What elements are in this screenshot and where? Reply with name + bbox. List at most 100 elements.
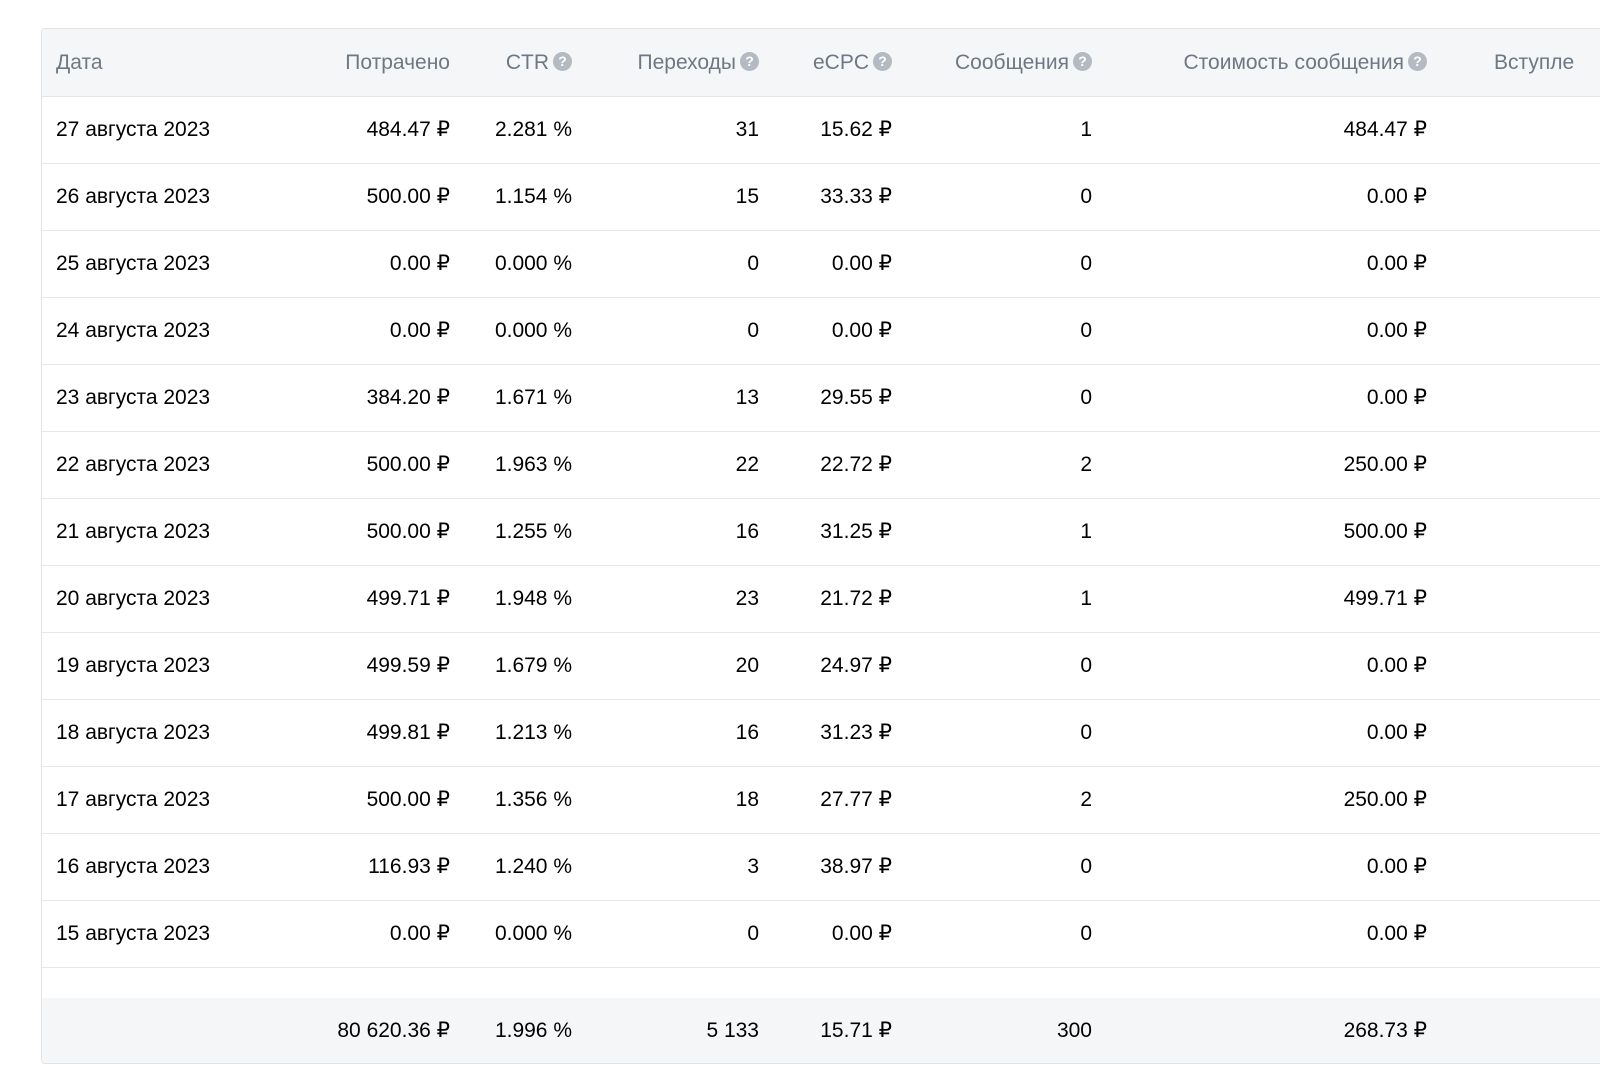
table-row[interactable]: 20 августа 2023 499.71 ₽ 1.948 % 23 21.72 ₽ 1… [42, 566, 1600, 633]
cell-spent: 0.00 ₽ [389, 319, 450, 342]
cell-ctr: 1.213 % [494, 721, 572, 744]
cell-clicks: 13 [735, 386, 759, 409]
message-cost-help-icon[interactable]: ? [1408, 52, 1427, 71]
cell-ecpc: 27.77 ₽ [820, 788, 892, 811]
cell-ecpc: 15.62 ₽ [820, 118, 892, 141]
cell-date: 27 августа 2023 [56, 118, 211, 141]
cell-date: 21 августа 2023 [56, 520, 211, 543]
statistics-table: Дата Потрачено CTR? Переходы? eCPC? Сооб… [41, 28, 1600, 1064]
table-row[interactable]: 18 августа 2023 499.81 ₽ 1.213 % 16 31.23 ₽ 0… [42, 700, 1600, 767]
table-header: Дата Потрачено CTR? Переходы? eCPC? Сооб… [42, 29, 1600, 97]
column-header-joins-label: Вступле [1494, 51, 1575, 74]
column-header-spent-label: Потрачено [345, 51, 450, 74]
cell-ecpc: 31.23 ₽ [820, 721, 892, 744]
cell-message-cost: 250.00 ₽ [1343, 788, 1427, 811]
cell-ecpc: 31.25 ₽ [820, 520, 892, 543]
cell-message-cost: 484.47 ₽ [1343, 118, 1427, 141]
column-header-message-cost-label: Стоимость сообщения [1183, 51, 1404, 74]
cell-messages: 0 [1080, 386, 1092, 409]
ctr-help-icon[interactable]: ? [553, 52, 572, 71]
cell-date: 18 августа 2023 [56, 721, 211, 744]
cell-message-cost: 0.00 ₽ [1366, 922, 1427, 945]
cell-date: 22 августа 2023 [56, 453, 211, 476]
messages-help-icon[interactable]: ? [1073, 52, 1092, 71]
table-row[interactable]: 22 августа 2023 500.00 ₽ 1.963 % 22 22.72 ₽ 2… [42, 432, 1600, 499]
cell-message-cost: 500.00 ₽ [1343, 520, 1427, 543]
cell-spent: 499.71 ₽ [366, 587, 450, 610]
cell-ctr: 1.948 % [494, 587, 572, 610]
cell-date: 24 августа 2023 [56, 319, 211, 342]
cell-spent: 484.47 ₽ [366, 118, 450, 141]
cell-clicks: 0 [747, 252, 759, 275]
cell-spent: 0.00 ₽ [389, 252, 450, 275]
column-header-message-cost[interactable]: Стоимость сообщения? [1102, 29, 1427, 96]
column-header-date[interactable]: Дата [56, 29, 296, 96]
cell-message-cost: 0.00 ₽ [1366, 855, 1427, 878]
cell-ecpc: 0.00 ₽ [831, 252, 892, 275]
cell-messages: 0 [1080, 319, 1092, 342]
cell-messages: 0 [1080, 922, 1092, 945]
cell-message-cost: 0.00 ₽ [1366, 721, 1427, 744]
cell-ecpc: 29.55 ₽ [820, 386, 892, 409]
clicks-help-icon[interactable]: ? [740, 52, 759, 71]
cell-messages: 1 [1080, 520, 1092, 543]
cell-date: 25 августа 2023 [56, 252, 211, 275]
column-header-date-label: Дата [56, 51, 103, 74]
cell-date: 17 августа 2023 [56, 788, 211, 811]
cell-clicks: 23 [735, 587, 759, 610]
cell-spent: 500.00 ₽ [366, 520, 450, 543]
cell-ecpc: 21.72 ₽ [820, 587, 892, 610]
column-header-ctr-label: CTR [505, 51, 549, 74]
table-body[interactable]: 27 августа 2023 484.47 ₽2.281 % 31 15.62 ₽1… [42, 97, 1600, 999]
cell-clicks: 3 [747, 855, 759, 878]
column-header-clicks[interactable]: Переходы? [582, 29, 759, 96]
column-header-ctr[interactable]: CTR? [460, 29, 572, 96]
cell-messages: 0 [1080, 654, 1092, 677]
cell-date: 16 августа 2023 [56, 855, 211, 878]
table-row[interactable]: 26 августа 2023 500.00 ₽ 1.154 % 15 33.33 ₽ 0… [42, 164, 1600, 231]
cell-ctr: 1.240 % [494, 855, 572, 878]
cell-clicks: 31 [735, 118, 759, 141]
table-row[interactable]: 21 августа 2023 500.00 ₽ 1.255 % 16 31.25 ₽ 1… [42, 499, 1600, 566]
table-row[interactable]: 27 августа 2023 484.47 ₽ 2.281 % 31 15.62 ₽ 1… [42, 97, 1600, 164]
table-row[interactable]: 23 августа 2023 384.20 ₽ 1.671 % 13 29.55 ₽ 0… [42, 365, 1600, 432]
total-clicks: 5 133 [706, 1019, 759, 1042]
table-row[interactable]: 17 августа 2023 500.00 ₽ 1.356 % 18 27.77 ₽ 2… [42, 767, 1600, 834]
cell-messages: 2 [1080, 453, 1092, 476]
total-ecpc: 15.71 ₽ [820, 1019, 892, 1042]
table-row[interactable]: 16 августа 2023 116.93 ₽ 1.240 % 3 38.97 ₽ 0 0… [42, 834, 1600, 901]
cell-messages: 1 [1080, 587, 1092, 610]
cell-clicks: 16 [735, 520, 759, 543]
column-header-spent[interactable]: Потрачено [292, 29, 450, 96]
cell-messages: 1 [1080, 118, 1092, 141]
cell-spent: 499.59 ₽ [366, 654, 450, 677]
table-row[interactable]: 24 августа 2023 0.00 ₽ 0.000 % 0 0.00 ₽ 0 0.00… [42, 298, 1600, 365]
cell-ctr: 2.281 % [494, 118, 572, 141]
column-header-joins[interactable]: Вступле [1494, 29, 1600, 96]
table-row[interactable]: 15 августа 2023 0.00 ₽ 0.000 % 0 0.00 ₽ 0 0.00… [42, 901, 1600, 968]
cell-spent: 500.00 ₽ [366, 788, 450, 811]
cell-spent: 500.00 ₽ [366, 453, 450, 476]
cell-ecpc: 33.33 ₽ [820, 185, 892, 208]
total-spent: 80 620.36 ₽ [337, 1019, 450, 1042]
total-ctr: 1.996 % [494, 1019, 572, 1042]
cell-clicks: 20 [735, 654, 759, 677]
column-header-ecpc[interactable]: eCPC? [769, 29, 892, 96]
table-row[interactable]: 19 августа 2023 499.59 ₽ 1.679 % 20 24.97 ₽ 0… [42, 633, 1600, 700]
cell-spent: 384.20 ₽ [366, 386, 450, 409]
cell-ecpc: 38.97 ₽ [820, 855, 892, 878]
cell-ctr: 0.000 % [494, 319, 572, 342]
cell-clicks: 0 [747, 319, 759, 342]
cell-messages: 0 [1080, 252, 1092, 275]
cell-message-cost: 250.00 ₽ [1343, 453, 1427, 476]
cell-clicks: 0 [747, 922, 759, 945]
cell-messages: 0 [1080, 721, 1092, 744]
table-row[interactable]: 25 августа 2023 0.00 ₽ 0.000 % 0 0.00 ₽ 0 0.00… [42, 231, 1600, 298]
ecpc-help-icon[interactable]: ? [873, 52, 892, 71]
cell-messages: 0 [1080, 185, 1092, 208]
cell-ecpc: 22.72 ₽ [820, 453, 892, 476]
column-header-messages[interactable]: Сообщения? [902, 29, 1092, 96]
total-message-cost: 268.73 ₽ [1343, 1019, 1427, 1042]
column-header-messages-label: Сообщения [955, 51, 1069, 74]
cell-message-cost: 0.00 ₽ [1366, 252, 1427, 275]
